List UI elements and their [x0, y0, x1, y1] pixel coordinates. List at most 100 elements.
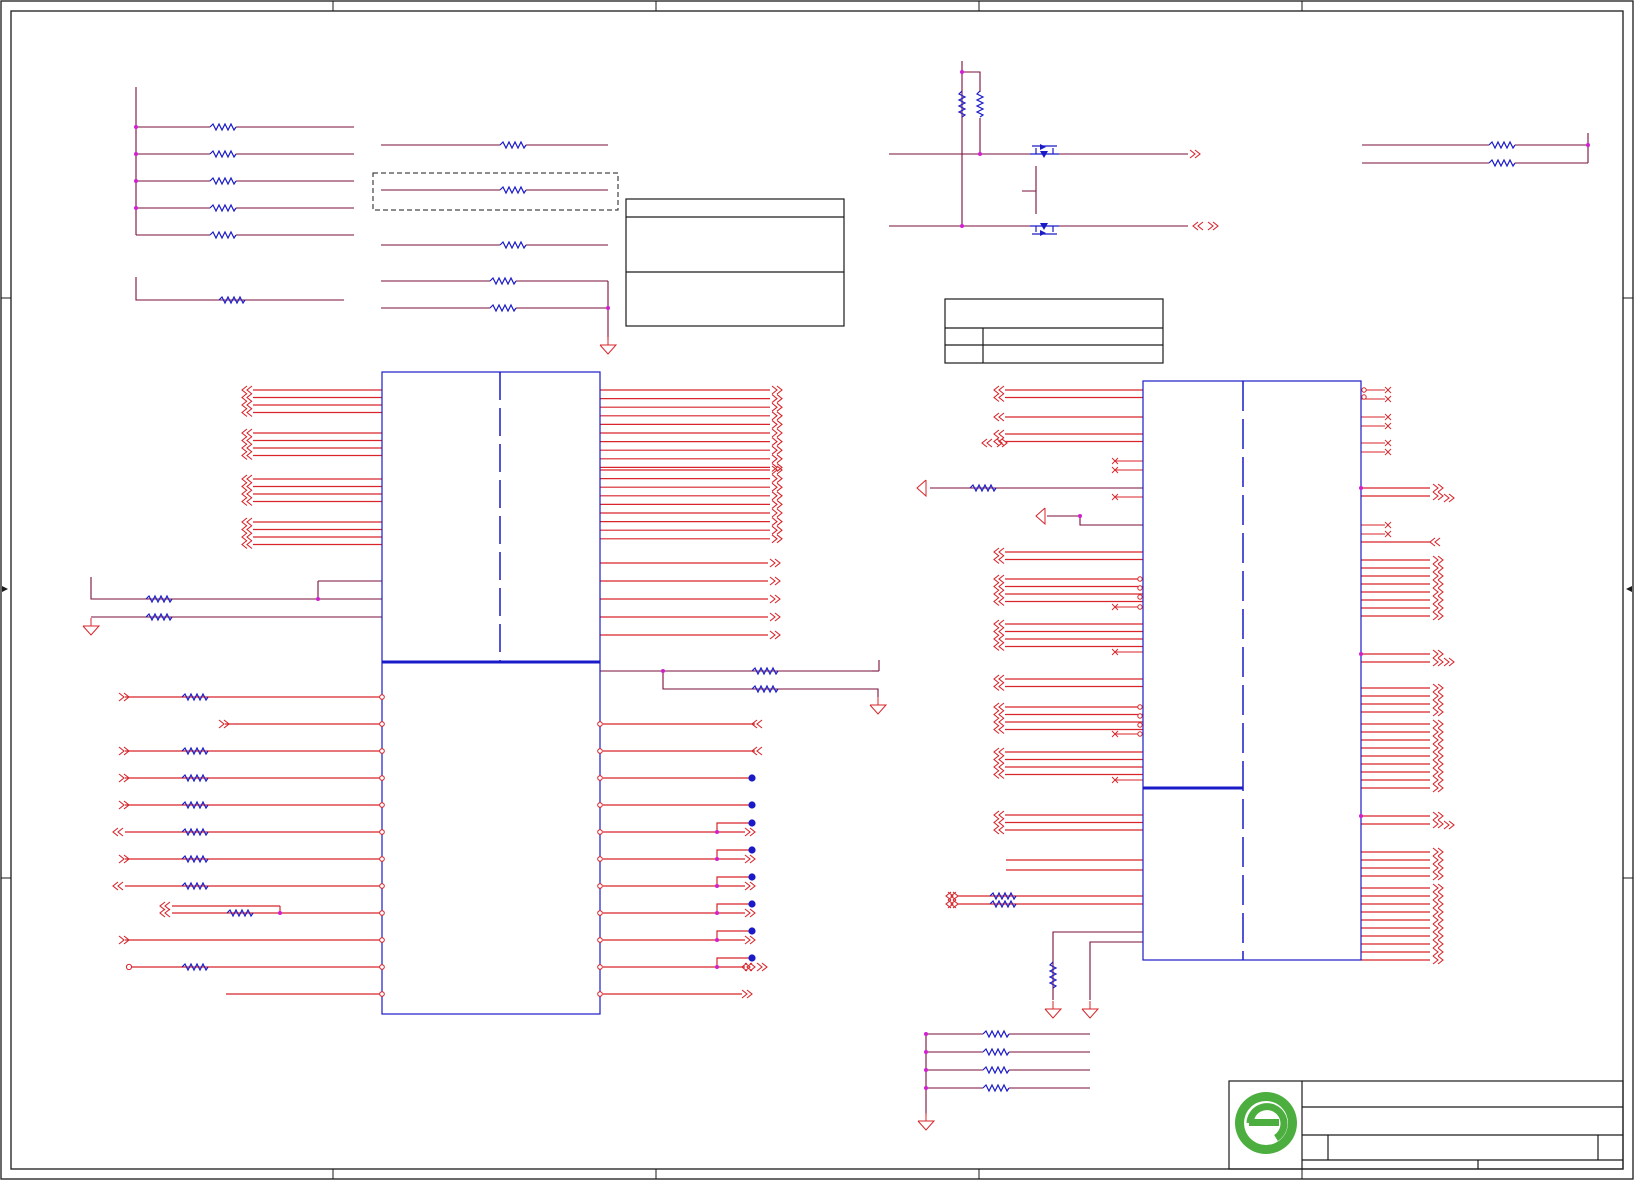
- junction-dot: [715, 911, 719, 915]
- offpage-connector-icon: [1432, 767, 1439, 777]
- resistor-icon: [181, 962, 209, 972]
- resistor-icon: [181, 800, 209, 810]
- offpage-connector-icon: [771, 445, 778, 455]
- junction-dot: [924, 1050, 928, 1054]
- inner-border: [10, 10, 1624, 1170]
- offpage-connector-icon: [998, 702, 1005, 712]
- power-port-icon: [959, 55, 965, 61]
- offpage-connector-icon: [1432, 743, 1439, 753]
- resistor-icon: [1488, 158, 1516, 168]
- offpage-connector-icon: [771, 499, 778, 509]
- test-point-icon: [748, 900, 756, 908]
- offpage-connector-icon: [118, 692, 125, 702]
- junction-dot: [924, 1068, 928, 1072]
- power-port-icon: [379, 910, 385, 916]
- power-port-icon: [379, 991, 385, 997]
- offpage-connector-icon: [1432, 611, 1439, 621]
- offpage-connector-icon: [246, 540, 253, 549]
- offpage-connector-icon: [998, 589, 1005, 599]
- offpage-connector-icon: [1432, 947, 1439, 957]
- resistor-icon: [181, 881, 209, 891]
- offpage-connector-icon: [1432, 571, 1439, 581]
- test-point-icon: [748, 873, 756, 881]
- title-block: [1228, 1080, 1624, 1170]
- offpage-connector-icon: [118, 854, 125, 864]
- test-point-icon: [748, 819, 756, 827]
- resistor-icon: [209, 122, 237, 132]
- offpage-connector-icon: [1207, 221, 1214, 231]
- offpage-connector-icon: [1432, 907, 1439, 917]
- offpage-connector-icon: [998, 642, 1005, 651]
- wire: [1089, 941, 1143, 1000]
- wire-layer: [90, 61, 1589, 1115]
- offpage-connector-icon: [771, 534, 778, 544]
- offpage-connector-icon: [998, 674, 1005, 684]
- resistor-icon: [181, 746, 209, 756]
- offpage-connector-icon: [1189, 149, 1196, 159]
- power-port-icon: [379, 856, 385, 862]
- power-port-icon: [1585, 127, 1591, 133]
- offpage-connector-icon: [164, 901, 171, 911]
- junction-dot: [661, 669, 665, 673]
- power-port-icon: [379, 802, 385, 808]
- junction-dot: [1359, 652, 1363, 656]
- schematic-sheet: [0, 0, 1634, 1180]
- resistor-icon: [489, 303, 517, 313]
- power-port-icon: [1137, 594, 1143, 600]
- junction-dot: [606, 306, 610, 310]
- offpage-connector-icon: [1432, 931, 1439, 941]
- offpage-connector-icon: [998, 810, 1005, 820]
- junction-dot: [924, 1032, 928, 1036]
- offpage-connector-icon: [1432, 657, 1439, 667]
- power-port-icon: [379, 937, 385, 943]
- offpage-connector-icon: [998, 762, 1005, 772]
- offpage-connector-icon: [1432, 783, 1439, 793]
- power-port-icon: [1137, 722, 1143, 728]
- offpage-connector-icon: [246, 385, 253, 395]
- offpage-connector-icon: [1432, 735, 1439, 745]
- resistor-icon: [1488, 140, 1516, 150]
- resistor-icon: [751, 684, 779, 694]
- offpage-connector-icon: [744, 908, 751, 918]
- wire: [716, 930, 752, 940]
- offpage-connector-icon: [998, 597, 1005, 606]
- resistor-icon: [209, 203, 237, 213]
- offpage-connector-icon: [246, 393, 253, 402]
- wire: [716, 903, 752, 913]
- offpage-connector-icon: [246, 451, 253, 460]
- power-port-icon: [597, 883, 603, 889]
- offpage-connector-icon: [771, 474, 778, 484]
- mosfet-icon: [1030, 223, 1059, 236]
- offpage-connector-icon: [998, 825, 1005, 835]
- resistor-icon: [982, 1047, 1010, 1057]
- offpage-connector-icon: [998, 555, 1005, 564]
- offpage-connector-icon: [1443, 820, 1450, 830]
- junction-dot: [960, 224, 964, 228]
- resistor-icon: [209, 230, 237, 240]
- offpage-connector-icon: [998, 755, 1005, 764]
- offpage-connector-icon: [756, 962, 763, 972]
- power-port-icon: [597, 937, 603, 943]
- offpage-connector-icon: [1432, 775, 1439, 785]
- offpage-connector-icon: [246, 482, 253, 491]
- junction-dot: [278, 911, 282, 915]
- outer-border: [0, 0, 1634, 1180]
- offpage-connector-icon: [771, 385, 778, 395]
- offpage-connector-icon: [118, 773, 125, 783]
- offpage-connector-icon: [1432, 871, 1439, 881]
- power-port-icon: [1016, 188, 1022, 194]
- junction-dot: [960, 70, 964, 74]
- offpage-connector-icon: [1432, 955, 1439, 965]
- offpage-connector-icon: [998, 682, 1005, 691]
- junction-dot: [134, 206, 138, 210]
- ground-icon: [1035, 507, 1046, 526]
- resistor-icon: [957, 90, 967, 118]
- wire: [716, 822, 752, 832]
- ground-icon: [916, 479, 927, 498]
- ground-icon: [82, 625, 101, 636]
- offpage-connector-icon: [769, 558, 776, 568]
- offpage-connector-icon: [998, 818, 1005, 827]
- power-port-icon: [1137, 704, 1143, 710]
- resistor-icon: [209, 176, 237, 186]
- power-port-icon: [597, 856, 603, 862]
